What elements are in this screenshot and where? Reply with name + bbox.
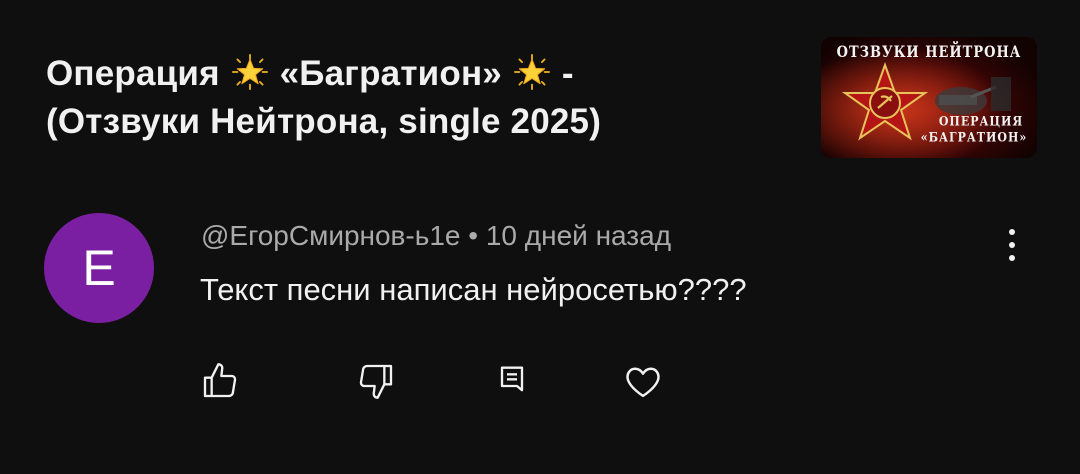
heart-button[interactable]	[619, 357, 667, 405]
comment-icon	[500, 366, 524, 392]
video-title-line-2: (Отзвуки Нейтрона, single 2025)	[46, 102, 602, 141]
video-title-part-1: Операция	[46, 54, 220, 93]
video-title-line-1: Операция «Багратион» -	[46, 50, 746, 98]
video-title-part-3: -	[561, 54, 574, 93]
thumbnail-band-name: ОТЗВУКИ НЕЙТРОНА	[836, 43, 1022, 62]
video-thumbnail[interactable]: ОТЗВУКИ НЕЙТРОНА ОПЕРАЦИЯ «БАГРАТИОН»	[821, 37, 1037, 158]
like-button[interactable]	[196, 357, 244, 405]
glowing-star-icon	[231, 54, 268, 90]
video-title-part-2: «Багратион»	[279, 54, 502, 93]
thumbnail-title-line-1: ОПЕРАЦИЯ	[938, 113, 1024, 130]
thumb-up-icon	[203, 363, 237, 398]
thumbnail-title-line-2: «БАГРАТИОН»	[920, 129, 1028, 146]
avatar-letter: Е	[82, 240, 116, 296]
video-title[interactable]: Операция «Багратион» - (Отзвуки Нейтрона…	[46, 50, 746, 146]
reply-button[interactable]	[488, 357, 536, 405]
dislike-button[interactable]	[352, 357, 400, 405]
heart-icon	[626, 367, 660, 398]
more-vertical-icon[interactable]	[994, 222, 1030, 268]
comment-author-meta[interactable]: @ЕгорСмирнов-ь1е • 10 дней назад	[201, 220, 671, 252]
comment-text: Текст песни написан нейросетью????	[200, 272, 747, 307]
avatar[interactable]: Е	[44, 213, 154, 323]
more-dot	[1009, 255, 1015, 261]
glowing-star-icon	[513, 54, 550, 90]
thumb-down-icon	[359, 364, 393, 399]
more-dot	[1009, 229, 1015, 235]
more-dot	[1009, 242, 1015, 248]
